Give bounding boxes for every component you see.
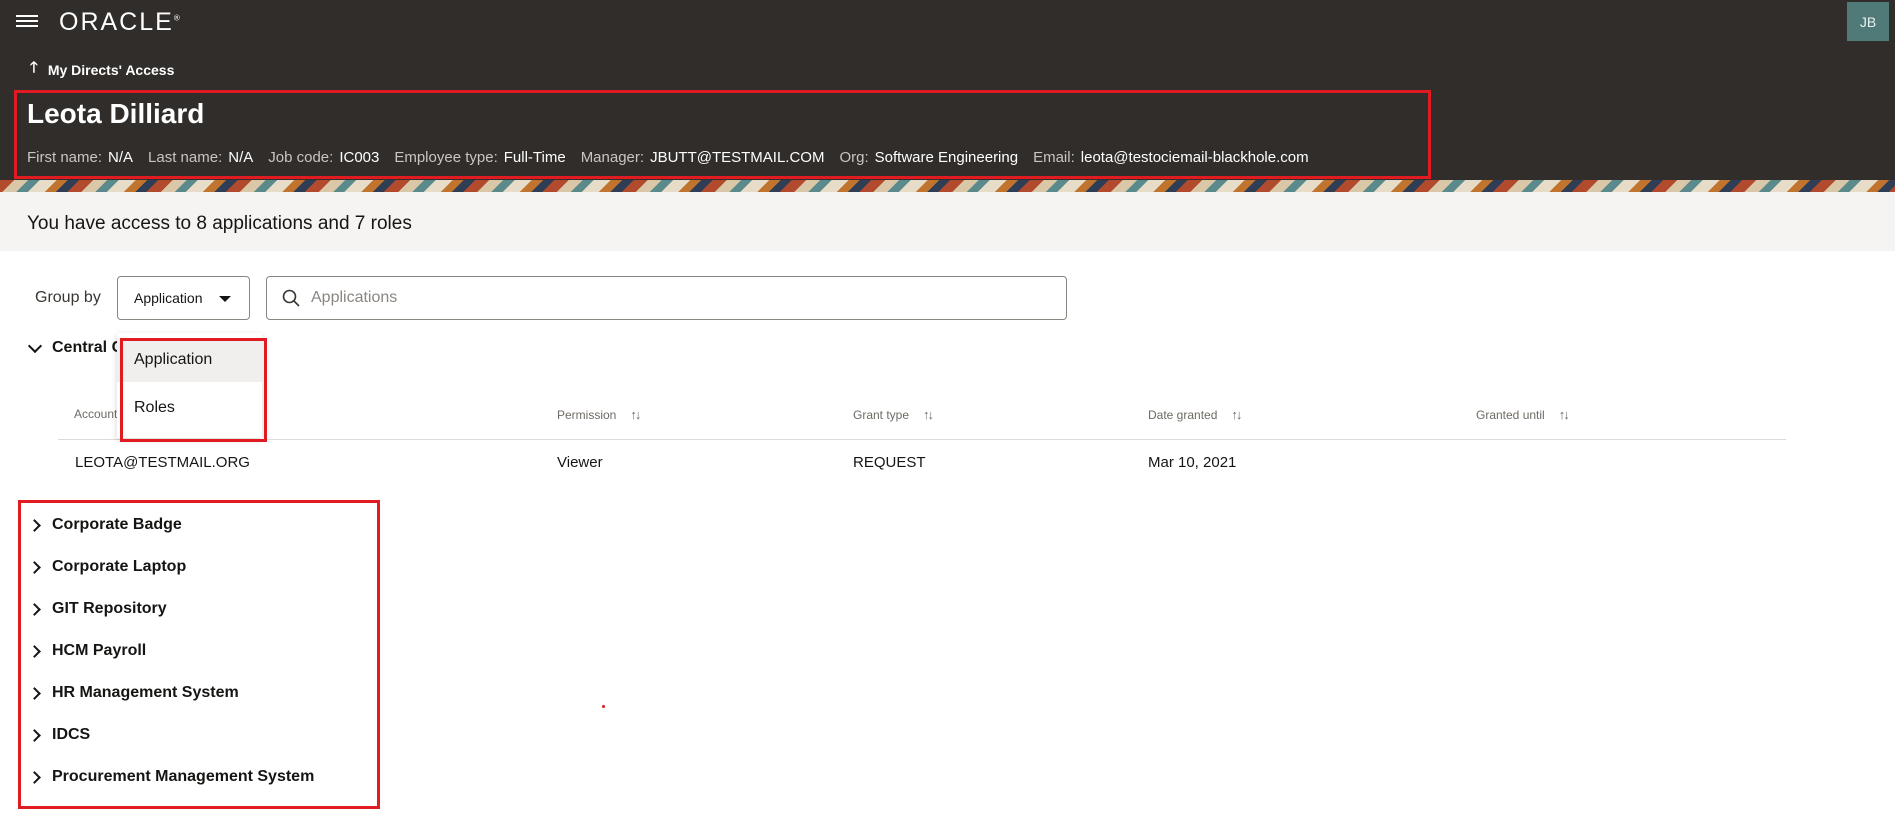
menu-highlight-box bbox=[120, 338, 267, 442]
cell-grant-type: REQUEST bbox=[853, 454, 926, 471]
hamburger-menu-icon[interactable] bbox=[16, 12, 38, 30]
sort-icon[interactable]: ↑↓ bbox=[923, 407, 934, 422]
group-by-select[interactable]: Application bbox=[117, 276, 250, 320]
chevron-down-icon bbox=[27, 338, 43, 353]
back-link-label: My Directs' Access bbox=[47, 61, 175, 78]
table-row[interactable]: LEOTA@TESTMAIL.ORG Viewer REQUEST Mar 10… bbox=[58, 440, 1786, 486]
group-title: Central C bbox=[52, 339, 124, 356]
oracle-logo[interactable]: ORACLE® bbox=[59, 8, 180, 37]
group-toggle-central[interactable]: Central C bbox=[27, 338, 124, 357]
sort-icon[interactable]: ↑↓ bbox=[1231, 407, 1242, 422]
table-header: Account Permission ↑↓ Grant type ↑↓ Date g… bbox=[58, 400, 1786, 440]
caret-down-icon bbox=[219, 296, 231, 302]
person-highlight-box bbox=[14, 90, 1431, 179]
column-granted-until: Granted until ↑↓ bbox=[1476, 407, 1570, 422]
group-by-value: Application bbox=[134, 290, 203, 306]
search-input[interactable] bbox=[311, 285, 1051, 311]
back-to-directs-link[interactable]: 🡑 My Directs' Access bbox=[30, 57, 174, 82]
sort-icon[interactable]: ↑↓ bbox=[630, 407, 641, 422]
user-avatar[interactable]: JB bbox=[1847, 2, 1889, 41]
column-date-granted: Date granted ↑↓ bbox=[1148, 407, 1242, 422]
cell-permission: Viewer bbox=[557, 454, 603, 471]
cell-account: LEOTA@TESTMAIL.ORG bbox=[75, 454, 250, 471]
group-by-label: Group by bbox=[35, 289, 101, 306]
search-field[interactable] bbox=[266, 276, 1067, 320]
access-summary: You have access to 8 applications and 7 … bbox=[27, 213, 412, 234]
sort-icon[interactable]: ↑↓ bbox=[1559, 407, 1570, 422]
cell-date-granted: Mar 10, 2021 bbox=[1148, 454, 1237, 471]
decorative-banner bbox=[0, 180, 1895, 192]
column-account: Account bbox=[74, 407, 118, 421]
column-grant-type: Grant type ↑↓ bbox=[853, 407, 934, 422]
search-icon bbox=[282, 289, 300, 307]
groups-highlight-box bbox=[18, 500, 380, 809]
column-permission: Permission ↑↓ bbox=[557, 407, 641, 422]
cursor-marker bbox=[602, 705, 605, 708]
arrow-up-icon: 🡑 bbox=[30, 59, 38, 76]
